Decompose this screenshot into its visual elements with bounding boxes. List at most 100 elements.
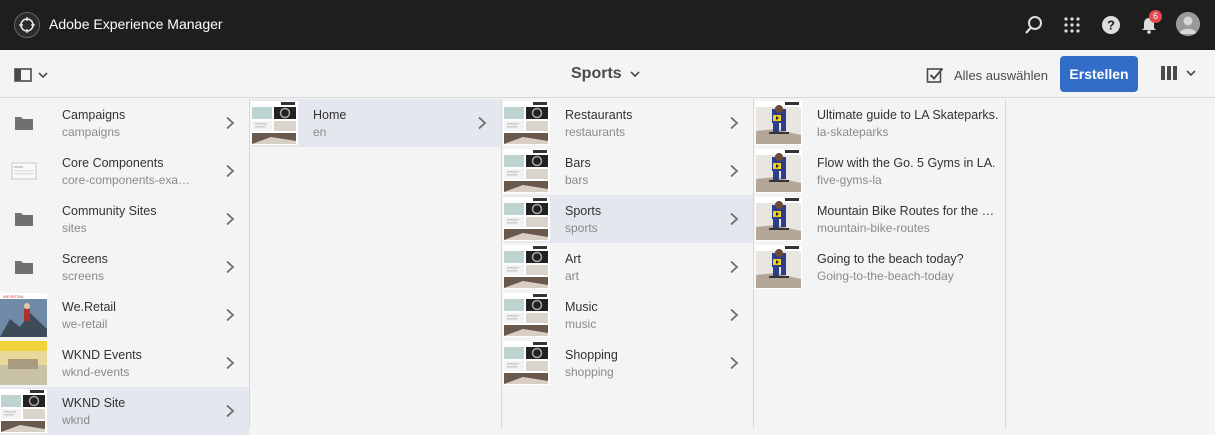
chevron-right-icon[interactable] [225, 164, 235, 178]
item-name: sports [565, 221, 598, 235]
chevron-right-icon[interactable] [225, 116, 235, 130]
list-item[interactable]: Shopping shopping [503, 339, 753, 387]
list-item[interactable]: Sports sports [503, 195, 753, 243]
list-item[interactable]: Ultimate guide to LA Skateparks. la-skate… [755, 99, 1005, 147]
apps-grid-icon[interactable] [1060, 13, 1084, 37]
list-item[interactable]: Music music [503, 291, 753, 339]
column-view: Campaigns campaigns Core Components core-co… [0, 99, 1215, 435]
thumbnail [503, 341, 550, 385]
thumbnail [503, 293, 550, 337]
chevron-right-icon[interactable] [225, 308, 235, 322]
search-icon[interactable] [1022, 13, 1046, 37]
thumbnail [755, 197, 802, 241]
svg-text:WE.RETAIL: WE.RETAIL [3, 294, 25, 299]
list-item[interactable]: Bars bars [503, 147, 753, 195]
item-name: Going-to-the-beach-today [817, 269, 954, 283]
list-item[interactable]: Restaurants restaurants [503, 99, 753, 147]
thumbnail: WE.RETAIL [0, 293, 47, 337]
item-title: Going to the beach today? [817, 252, 964, 266]
item-title: Screens [62, 252, 108, 266]
list-item[interactable]: Home en [251, 99, 501, 147]
item-name: art [565, 269, 580, 283]
chevron-right-icon[interactable] [225, 260, 235, 274]
list-item[interactable]: Screens screens [0, 243, 249, 291]
item-name: sites [62, 221, 87, 235]
select-all-label: Alles auswählen [954, 67, 1048, 83]
item-name: bars [565, 173, 589, 187]
item-name: wknd [62, 413, 91, 427]
chevron-down-icon [38, 71, 48, 78]
item-name: shopping [565, 365, 614, 379]
list-item[interactable]: Campaigns campaigns [0, 99, 249, 147]
item-title: Core Components [62, 156, 164, 170]
item-name: la-skateparks [817, 125, 889, 139]
global-nav: Adobe Experience Manager ? 6 [0, 0, 1215, 50]
item-title: Art [565, 252, 581, 266]
thumbnail [755, 101, 802, 145]
avatar[interactable] [1176, 12, 1200, 36]
list-item[interactable]: Community Sites sites [0, 195, 249, 243]
page-title: Sports [571, 65, 622, 82]
item-name: mountain-bike-routes [817, 221, 930, 235]
aem-logo[interactable] [14, 12, 40, 38]
chevron-right-icon[interactable] [225, 212, 235, 226]
item-title: Ultimate guide to LA Skateparks. [817, 108, 999, 122]
item-title: Campaigns [62, 108, 126, 122]
chevron-right-icon[interactable] [729, 260, 739, 274]
item-name: music [565, 317, 597, 331]
thumbnail [503, 101, 550, 145]
chevron-right-icon[interactable] [729, 164, 739, 178]
create-button[interactable]: Erstellen [1060, 56, 1138, 92]
item-name: core-components-exa… [62, 173, 191, 187]
chevron-right-icon[interactable] [729, 212, 739, 226]
thumbnail [0, 149, 47, 193]
list-item[interactable]: Art art [503, 243, 753, 291]
chevron-down-icon [1186, 69, 1196, 76]
chevron-right-icon[interactable] [477, 116, 487, 130]
chevron-right-icon[interactable] [729, 308, 739, 322]
folder-icon [0, 101, 47, 145]
thumbnail [0, 341, 47, 385]
thumbnail [503, 149, 550, 193]
chevron-right-icon[interactable] [729, 356, 739, 370]
chevron-down-icon [630, 70, 640, 77]
list-item[interactable]: WE.RETAIL We.Retail we-retail [0, 291, 249, 339]
item-title: Shopping [565, 348, 618, 362]
item-name: wknd-events [62, 365, 130, 379]
item-title: Flow with the Go. 5 Gyms in LA. [817, 156, 996, 170]
rail-icon [14, 68, 32, 82]
action-bar: Sports Alles auswählen Erstellen [0, 50, 1215, 98]
item-name: five-gyms-la [817, 173, 882, 187]
list-item[interactable]: Going to the beach today? Going-to-the-be… [755, 243, 1005, 291]
select-all-button[interactable]: Alles auswählen [926, 66, 1048, 84]
column-sections: Restaurants restaurants Bars bars Sports spor… [503, 99, 754, 428]
column-view-icon [1161, 66, 1177, 80]
item-name: screens [62, 269, 105, 283]
chevron-right-icon[interactable] [729, 116, 739, 130]
item-title: Restaurants [565, 108, 633, 122]
list-item[interactable]: WKND Events wknd-events [0, 339, 249, 387]
view-switcher[interactable] [1160, 65, 1196, 81]
list-item[interactable]: Mountain Bike Routes for the … mountain-b… [755, 195, 1005, 243]
breadcrumb-title[interactable]: Sports [571, 65, 640, 83]
item-name: campaigns [62, 125, 121, 139]
item-name: we-retail [62, 317, 108, 331]
column-sites: Campaigns campaigns Core Components core-co… [0, 99, 250, 435]
help-icon[interactable]: ? [1099, 13, 1123, 37]
item-name: restaurants [565, 125, 626, 139]
chevron-right-icon[interactable] [225, 356, 235, 370]
list-item[interactable]: Flow with the Go. 5 Gyms in LA. five-gyms… [755, 147, 1005, 195]
folder-icon [0, 245, 47, 289]
item-title: Bars [565, 156, 591, 170]
item-title: Mountain Bike Routes for the … [817, 204, 995, 218]
list-item[interactable]: Core Components core-components-exa… [0, 147, 249, 195]
thumbnail [251, 101, 298, 145]
rail-toggle-button[interactable] [14, 65, 54, 85]
chevron-right-icon[interactable] [225, 404, 235, 418]
thumbnail [503, 245, 550, 289]
app-title[interactable]: Adobe Experience Manager [49, 16, 223, 32]
thumbnail [755, 149, 802, 193]
folder-icon [0, 197, 47, 241]
thumbnail [503, 197, 550, 241]
column-articles: Ultimate guide to LA Skateparks. la-skate… [755, 99, 1006, 428]
